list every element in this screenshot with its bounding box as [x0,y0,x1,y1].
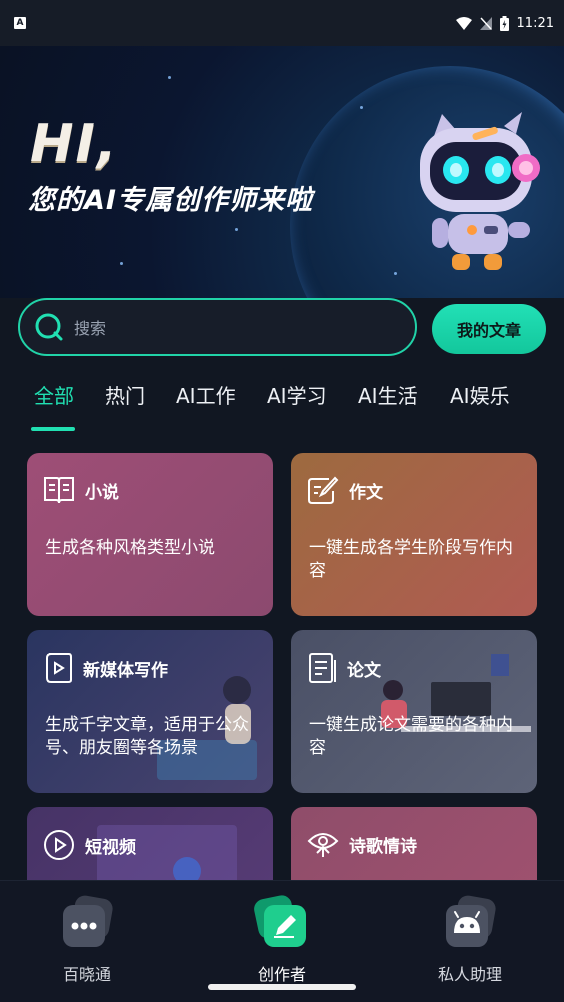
card-title: 短视频 [85,837,136,858]
robot-mascot-icon [420,112,540,270]
card-title: 作文 [349,482,383,503]
category-tabs: 全部 热门 AI工作 AI学习 AI生活 AI娱乐 [0,372,564,432]
pen-icon [254,895,306,947]
tab-hot[interactable]: 热门 [105,380,145,409]
search-icon [35,313,63,341]
card-description: 生成千字文章，适用于公众号、朋友圈等各场景 [45,715,249,758]
nav-label: 百晓通 [62,965,111,984]
card-new-media-writing[interactable]: 新媒体写作 生成千字文章，适用于公众号、朋友圈等各场景 [27,630,273,793]
robot-icon [446,895,496,947]
card-description: 一键生成论文需要的各种内容 [309,715,513,758]
wifi-icon [455,16,472,30]
edit-icon [308,476,339,504]
card-title: 诗歌情诗 [349,836,417,857]
card-title: 论文 [347,660,381,681]
hero-banner[interactable]: HI, 您的AI专属创作师来啦 [0,46,564,298]
signal-off-icon [479,16,492,30]
status-time: 11:21 [516,15,554,31]
search-input[interactable]: 搜索 [18,298,417,356]
card-title: 新媒体写作 [83,660,168,681]
lotus-icon [307,833,339,857]
hero-tagline: 您的AI专属创作师来啦 [28,185,313,216]
battery-icon [499,15,509,31]
play-circle-icon [44,830,74,860]
tab-indicator [31,427,75,431]
card-novel[interactable]: 小说 生成各种风格类型小说 [27,453,273,616]
document-icon [309,653,336,683]
tab-ai-entertainment[interactable]: AI娱乐 [450,380,510,409]
nav-item-private-assistant[interactable]: 私人助理 [410,893,530,985]
nav-label: 私人助理 [437,965,502,984]
tab-all[interactable]: 全部 [34,380,74,409]
search-placeholder: 搜索 [74,319,107,338]
card-description: 生成各种风格类型小说 [45,538,215,558]
nav-label: 创作者 [257,965,306,984]
tab-ai-life[interactable]: AI生活 [358,380,418,409]
status-bar: A 11:21 [0,0,564,46]
more-dots-icon [63,895,113,947]
nav-item-baixiaotong[interactable]: 百晓通 [27,893,147,985]
tab-ai-work[interactable]: AI工作 [176,380,236,409]
card-thesis[interactable]: 论文 一键生成论文需要的各种内容 [291,630,537,793]
notification-app-icon: A [14,17,26,29]
card-essay[interactable]: 作文 一键生成各学生阶段写作内容 [291,453,537,616]
card-description: 一键生成各学生阶段写作内容 [309,538,513,581]
tab-ai-study[interactable]: AI学习 [267,380,327,409]
my-articles-button[interactable]: 我的文章 [432,304,546,354]
illustration-person-at-desk [381,654,531,732]
nav-item-creator[interactable]: 创作者 [222,893,342,985]
book-icon [44,477,74,504]
hero-greeting: HI, [30,114,119,174]
card-title: 小说 [85,482,119,503]
home-indicator[interactable] [208,984,356,990]
scroll-play-icon [46,653,72,683]
